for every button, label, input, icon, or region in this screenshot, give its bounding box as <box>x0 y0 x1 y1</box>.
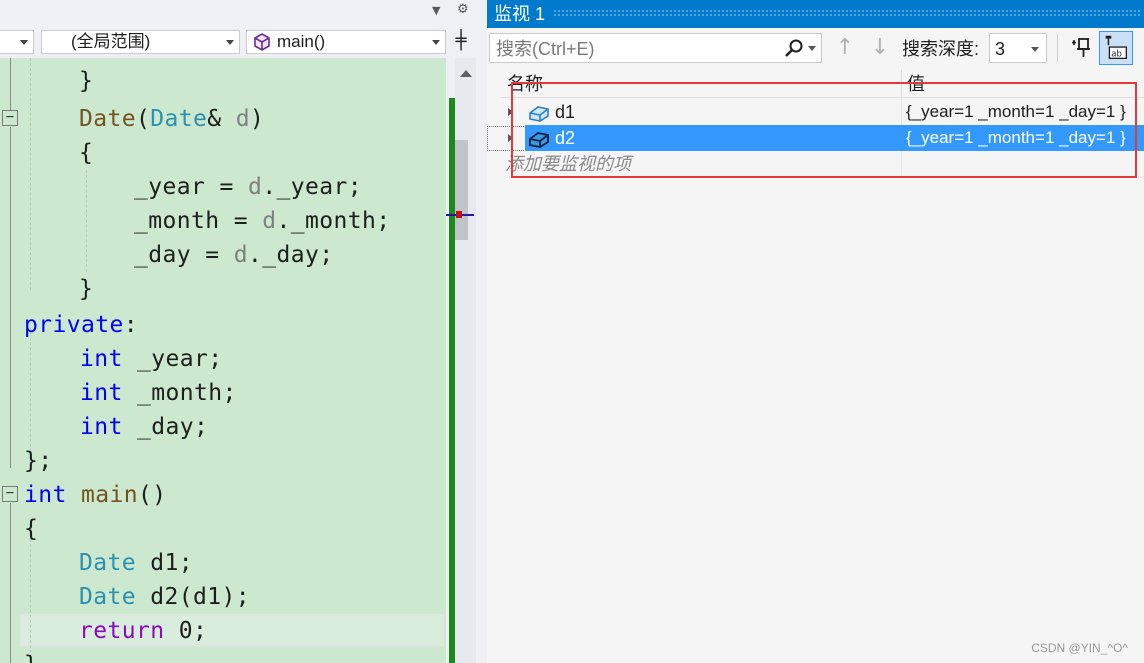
indent-guide <box>86 170 87 272</box>
fold-guide <box>10 127 11 307</box>
arrow-down-icon[interactable]: ↓ <box>869 35 891 61</box>
project-dropdown[interactable] <box>0 30 34 54</box>
watermark: CSDN @YIN_^O^ <box>1031 641 1128 655</box>
code-text-area[interactable]: − − } Date(Date& d) { _year = d._year; _… <box>0 58 446 663</box>
dropdown-arrow-icon <box>20 40 28 45</box>
code-line: int main() <box>24 482 167 508</box>
code-line: int _year; <box>80 346 223 372</box>
fold-guide <box>10 58 11 110</box>
title-grip <box>553 9 1140 18</box>
dropdown-arrow-icon <box>432 40 440 45</box>
editor-top-bar: ▼ ⚙ <box>0 0 476 26</box>
pin-icon[interactable] <box>1069 34 1095 62</box>
svg-text:ab: ab <box>1111 48 1122 58</box>
annotation-highlight-box <box>511 82 1137 178</box>
code-line: int _day; <box>80 414 209 440</box>
indent-guide <box>30 58 31 290</box>
scroll-up-icon[interactable] <box>460 70 472 77</box>
split-view-icon[interactable]: ╪ <box>449 30 473 54</box>
toolbar-separator <box>1057 34 1058 62</box>
function-dropdown[interactable]: main() <box>246 30 446 54</box>
watch-toolbar: 搜索(Ctrl+E) ↑ ↓ 搜索深度: 3 ab <box>487 28 1144 70</box>
editor-vertical-scrollbar[interactable] <box>455 58 476 663</box>
arrow-up-icon[interactable]: ↑ <box>834 35 856 61</box>
code-line: private: <box>24 312 138 338</box>
settings-gear-icon[interactable]: ⚙ <box>457 2 469 17</box>
search-input[interactable]: 搜索(Ctrl+E) <box>489 33 822 63</box>
dropdown-arrow-icon[interactable] <box>808 46 816 51</box>
code-line: Date d2(d1); <box>79 584 250 610</box>
fold-guide <box>10 503 11 663</box>
scope-dropdown-label: (全局范围) <box>71 32 151 51</box>
search-placeholder: 搜索(Ctrl+E) <box>496 39 595 59</box>
search-depth-value: 3 <box>995 39 1006 59</box>
watch-title-bar[interactable]: 监视 1 <box>487 0 1144 28</box>
code-line: { <box>79 140 94 166</box>
code-line: int _month; <box>80 380 237 406</box>
breakpoint-marker <box>456 211 462 218</box>
code-line: _month = d._month; <box>134 208 391 234</box>
scope-dropdown[interactable]: (全局范围) <box>41 30 240 54</box>
function-dropdown-label: main() <box>277 32 326 51</box>
navigation-bar: (全局范围) main() ╪ <box>0 26 476 58</box>
code-line: } <box>79 276 94 302</box>
search-depth-select[interactable]: 3 <box>989 33 1047 63</box>
dropdown-arrow-icon <box>1031 47 1039 52</box>
indent-guide <box>30 322 31 457</box>
hex-display-icon[interactable]: ab <box>1099 31 1133 65</box>
dropdown-arrow-icon <box>226 40 234 45</box>
pane-splitter[interactable] <box>476 0 487 663</box>
code-line: Date(Date& d) <box>79 106 265 132</box>
fold-collapse-icon[interactable]: − <box>2 486 18 502</box>
search-depth-label: 搜索深度: <box>902 39 980 59</box>
cube-member-icon <box>254 33 270 51</box>
code-line: { <box>24 516 39 542</box>
code-line: _day = d._day; <box>134 242 334 268</box>
fold-collapse-icon[interactable]: − <box>2 110 18 126</box>
code-editor: ▼ ⚙ (全局范围) main() ╪ − −} Date(Date& d) … <box>0 0 476 663</box>
scrollbar-thumb[interactable] <box>455 140 468 240</box>
code-line: Date d1; <box>79 550 193 576</box>
watch-title: 监视 1 <box>494 4 546 24</box>
code-line: return 0; <box>79 618 208 644</box>
dropdown-arrow-icon[interactable]: ▼ <box>432 4 440 17</box>
search-icon[interactable] <box>784 38 804 58</box>
fold-guide <box>10 298 11 468</box>
code-line: } <box>24 648 38 663</box>
code-line: } <box>79 68 94 94</box>
code-line: }; <box>24 448 53 474</box>
code-line: _year = d._year; <box>134 174 362 200</box>
